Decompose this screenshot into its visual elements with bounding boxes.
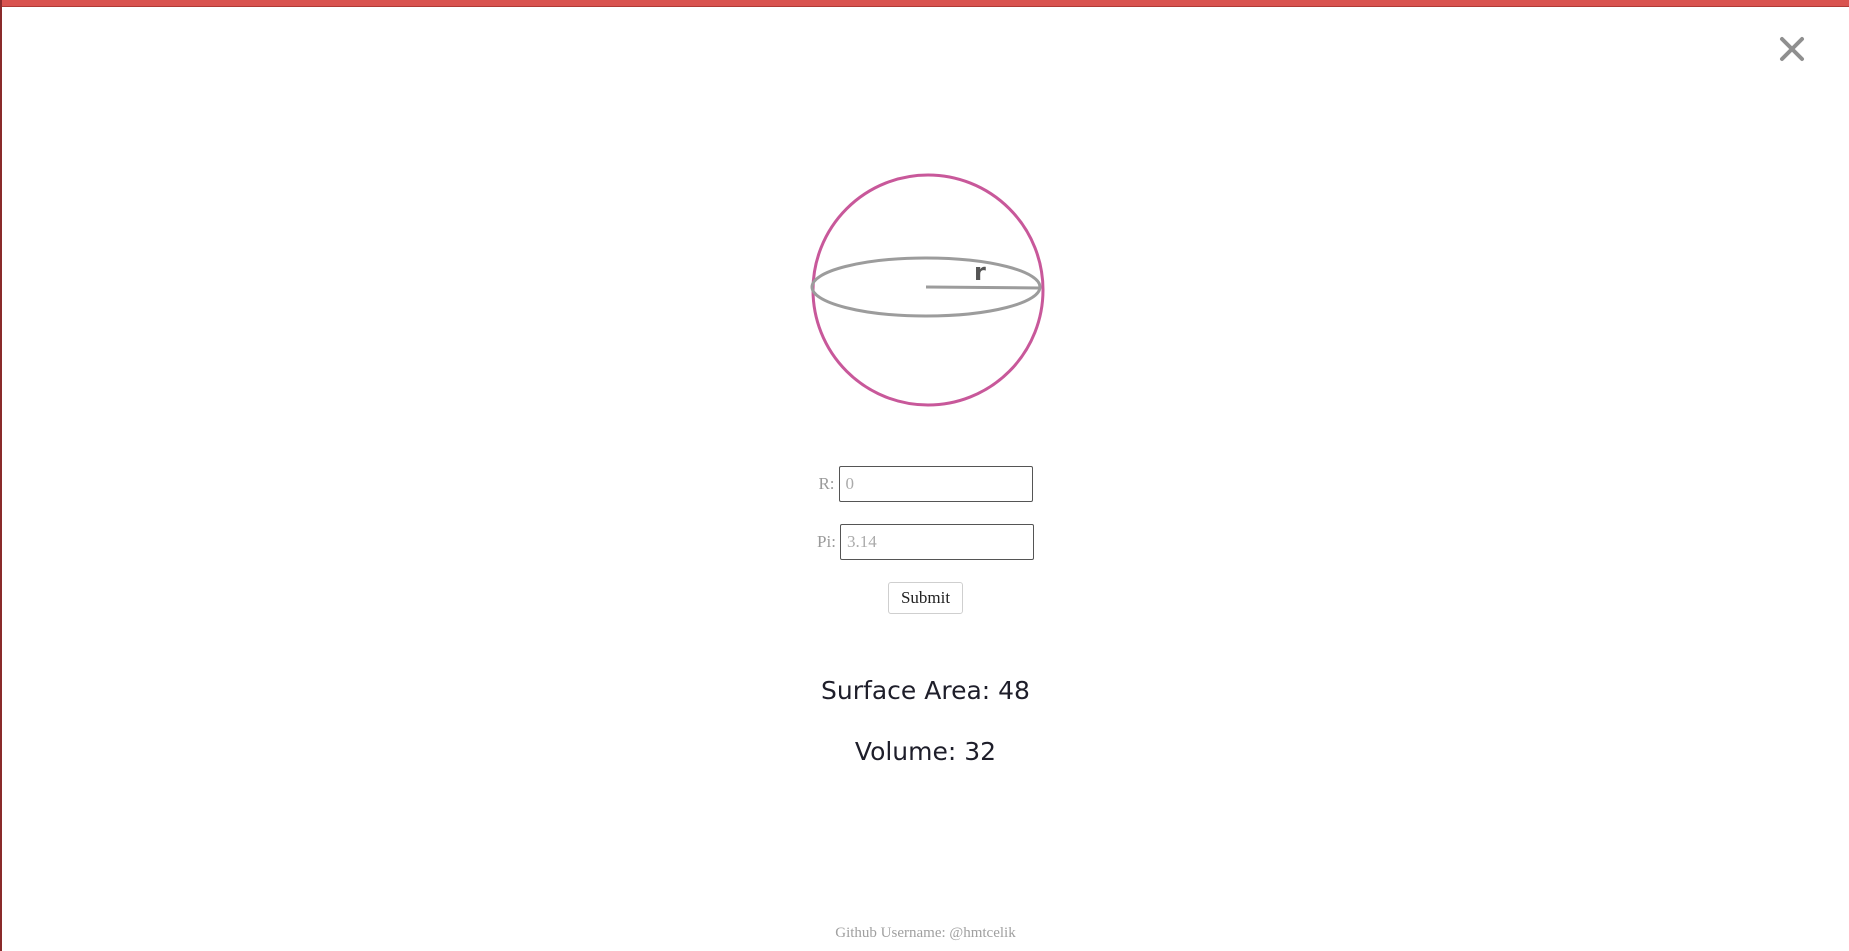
sphere-outline — [811, 173, 1045, 407]
app-frame: r R: Pi: Submit Surface Area: 48 Volume:… — [0, 0, 1849, 951]
submit-row: Submit — [2, 582, 1849, 614]
pi-row: Pi: — [2, 524, 1849, 560]
surface-area-result: Surface Area: 48 — [821, 676, 1030, 705]
r-input[interactable] — [838, 466, 1033, 502]
submit-button[interactable]: Submit — [887, 582, 964, 614]
r-label: R: — [818, 474, 835, 493]
volume-result: Volume: 32 — [854, 737, 997, 766]
sphere-diagram: r — [810, 173, 1045, 407]
sphere-form: R: Pi: Submit — [2, 466, 1849, 614]
pi-label: Pi: — [817, 532, 836, 551]
radius-label: r — [974, 258, 986, 286]
footer-github-username: Github Username: @hmtcelik — [835, 925, 1016, 941]
radius-line — [925, 285, 1041, 290]
close-icon — [1780, 37, 1804, 61]
r-row: R: — [2, 466, 1849, 502]
close-button[interactable] — [1777, 34, 1807, 64]
pi-input[interactable] — [839, 524, 1034, 560]
top-accent-bar — [2, 0, 1849, 7]
